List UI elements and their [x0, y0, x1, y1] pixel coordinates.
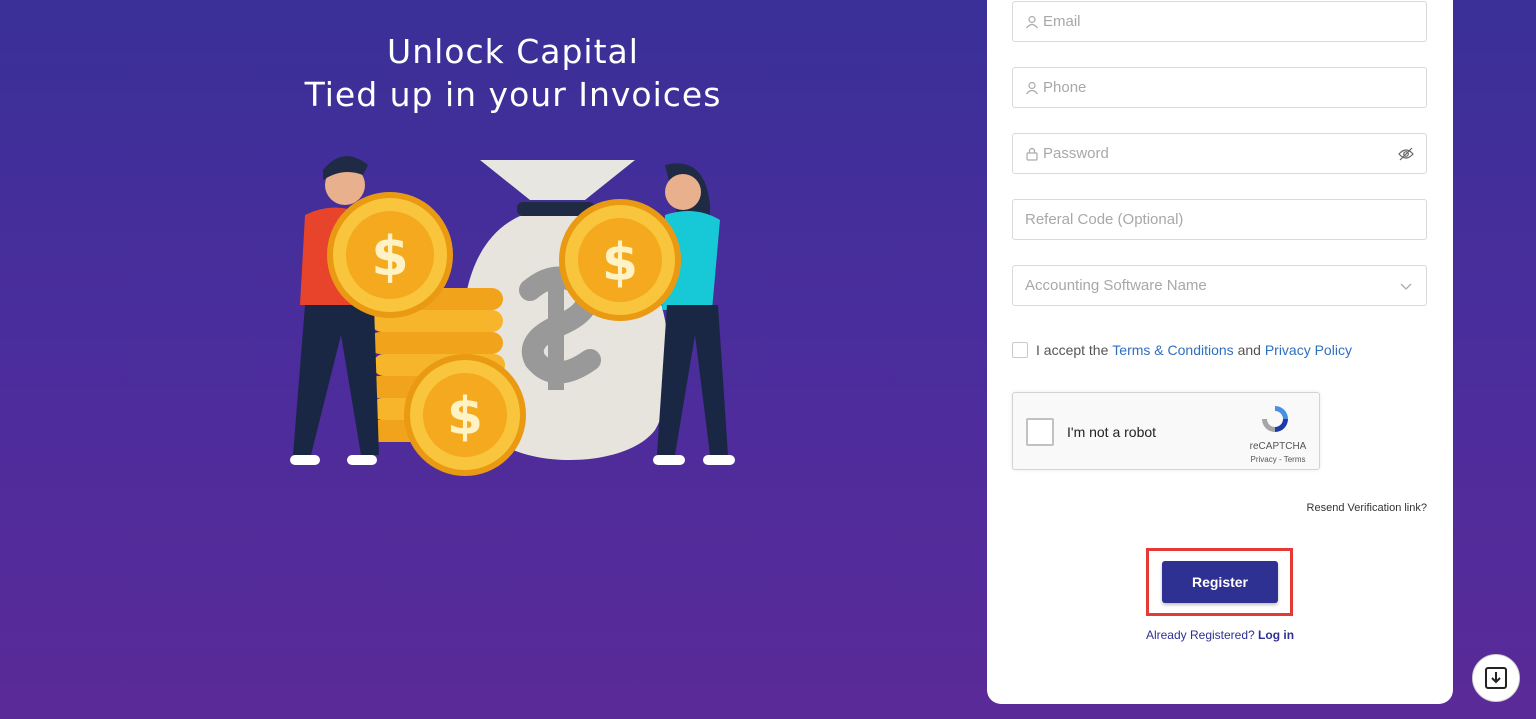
hero-title-line-1: Unlock Capital	[387, 32, 639, 71]
recaptcha-label: I'm not a robot	[1067, 424, 1157, 440]
accounting-placeholder: Accounting Software Name	[1025, 277, 1207, 294]
password-field[interactable]: Password	[1012, 133, 1427, 174]
download-icon	[1485, 667, 1507, 689]
referral-code-field[interactable]: Referal Code (Optional)	[1012, 199, 1427, 240]
user-icon	[1025, 15, 1039, 29]
chevron-down-icon	[1398, 278, 1414, 294]
terms-and: and	[1237, 342, 1261, 358]
recaptcha-privacy-terms[interactable]: Privacy - Terms	[1243, 455, 1313, 464]
recaptcha-widget: I'm not a robot reCAPTCHA Privacy - Term…	[1012, 392, 1320, 470]
hero-title-line-2: Tied up in your Invoices	[304, 75, 722, 114]
phone-placeholder: Phone	[1043, 79, 1087, 96]
already-registered-text: Already Registered?	[1145, 628, 1255, 642]
referral-placeholder: Referal Code (Optional)	[1025, 211, 1184, 228]
terms-row: I accept the Terms & Conditions and Priv…	[1012, 342, 1352, 358]
password-placeholder: Password	[1043, 145, 1109, 162]
resend-verification-link[interactable]: Resend Verification link?	[1307, 502, 1427, 514]
lock-icon	[1025, 147, 1039, 161]
user-icon	[1025, 81, 1039, 95]
registration-card: Email Phone Password Referal Code (Optio…	[987, 0, 1453, 704]
recaptcha-checkbox[interactable]	[1026, 418, 1054, 446]
svg-text:$: $	[447, 387, 483, 447]
email-placeholder: Email	[1043, 13, 1081, 30]
already-registered-row: Already Registered? Log in	[987, 628, 1453, 642]
svg-text:$: $	[371, 225, 409, 288]
terms-prefix: I accept the	[1036, 342, 1109, 358]
accounting-software-select[interactable]: Accounting Software Name	[1012, 265, 1427, 306]
register-button[interactable]: Register	[1162, 561, 1278, 603]
email-field[interactable]: Email	[1012, 1, 1427, 42]
woman-figure-icon	[653, 163, 735, 465]
login-link[interactable]: Log in	[1258, 628, 1294, 642]
recaptcha-brand: reCAPTCHA	[1249, 441, 1307, 452]
download-button[interactable]	[1472, 654, 1520, 702]
terms-checkbox[interactable]	[1012, 342, 1028, 358]
terms-link[interactable]: Terms & Conditions	[1112, 342, 1233, 358]
privacy-policy-link[interactable]: Privacy Policy	[1265, 342, 1352, 358]
eye-slash-icon[interactable]	[1398, 146, 1414, 162]
recaptcha-logo-icon	[1262, 406, 1288, 432]
phone-field[interactable]: Phone	[1012, 67, 1427, 108]
hero-title: Unlock Capital Tied up in your Invoices	[0, 30, 1026, 116]
svg-text:$: $	[602, 233, 638, 293]
invoice-capital-illustration: $ $ $	[290, 156, 735, 476]
